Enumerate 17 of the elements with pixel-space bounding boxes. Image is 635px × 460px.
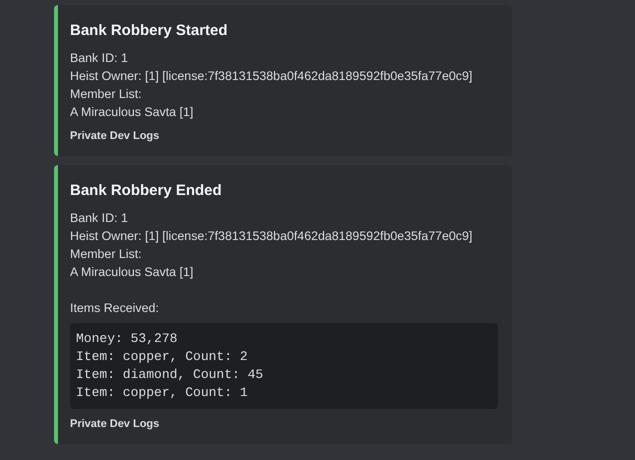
- embed-text: Heist Owner: [1] [license:7f38131538ba0f462da8189592fb0e35fa77e0c9]: [70, 68, 474, 85]
- embed-footer: Private Dev Logs: [70, 418, 498, 430]
- embed-text: Heist Owner: [1] [license:7f38131538ba0f462da8189592fb0e35fa77e0c9]: [70, 228, 474, 245]
- embed-text: Member List:: [70, 246, 143, 263]
- embed-title: Bank Robbery Started: [70, 22, 229, 39]
- code-line: Money: 53,278: [76, 330, 178, 348]
- embed-text: Bank ID: 1: [70, 210, 129, 227]
- code-line: Item: diamond, Count: 45: [76, 366, 264, 384]
- code-line: Item: copper, Count: 1: [76, 384, 249, 402]
- embed-text: Member List:: [70, 86, 143, 103]
- embed-text: A Miraculous Savta [1]: [70, 104, 194, 121]
- embed-text: Bank ID: 1: [70, 50, 129, 67]
- embed-footer: Private Dev Logs: [70, 130, 498, 142]
- code-line: Item: copper, Count: 2: [76, 348, 249, 366]
- embed-text: A Miraculous Savta [1]: [70, 264, 194, 281]
- embed-title: Bank Robbery Ended: [70, 182, 223, 199]
- embed-text: Items Received:: [70, 300, 160, 317]
